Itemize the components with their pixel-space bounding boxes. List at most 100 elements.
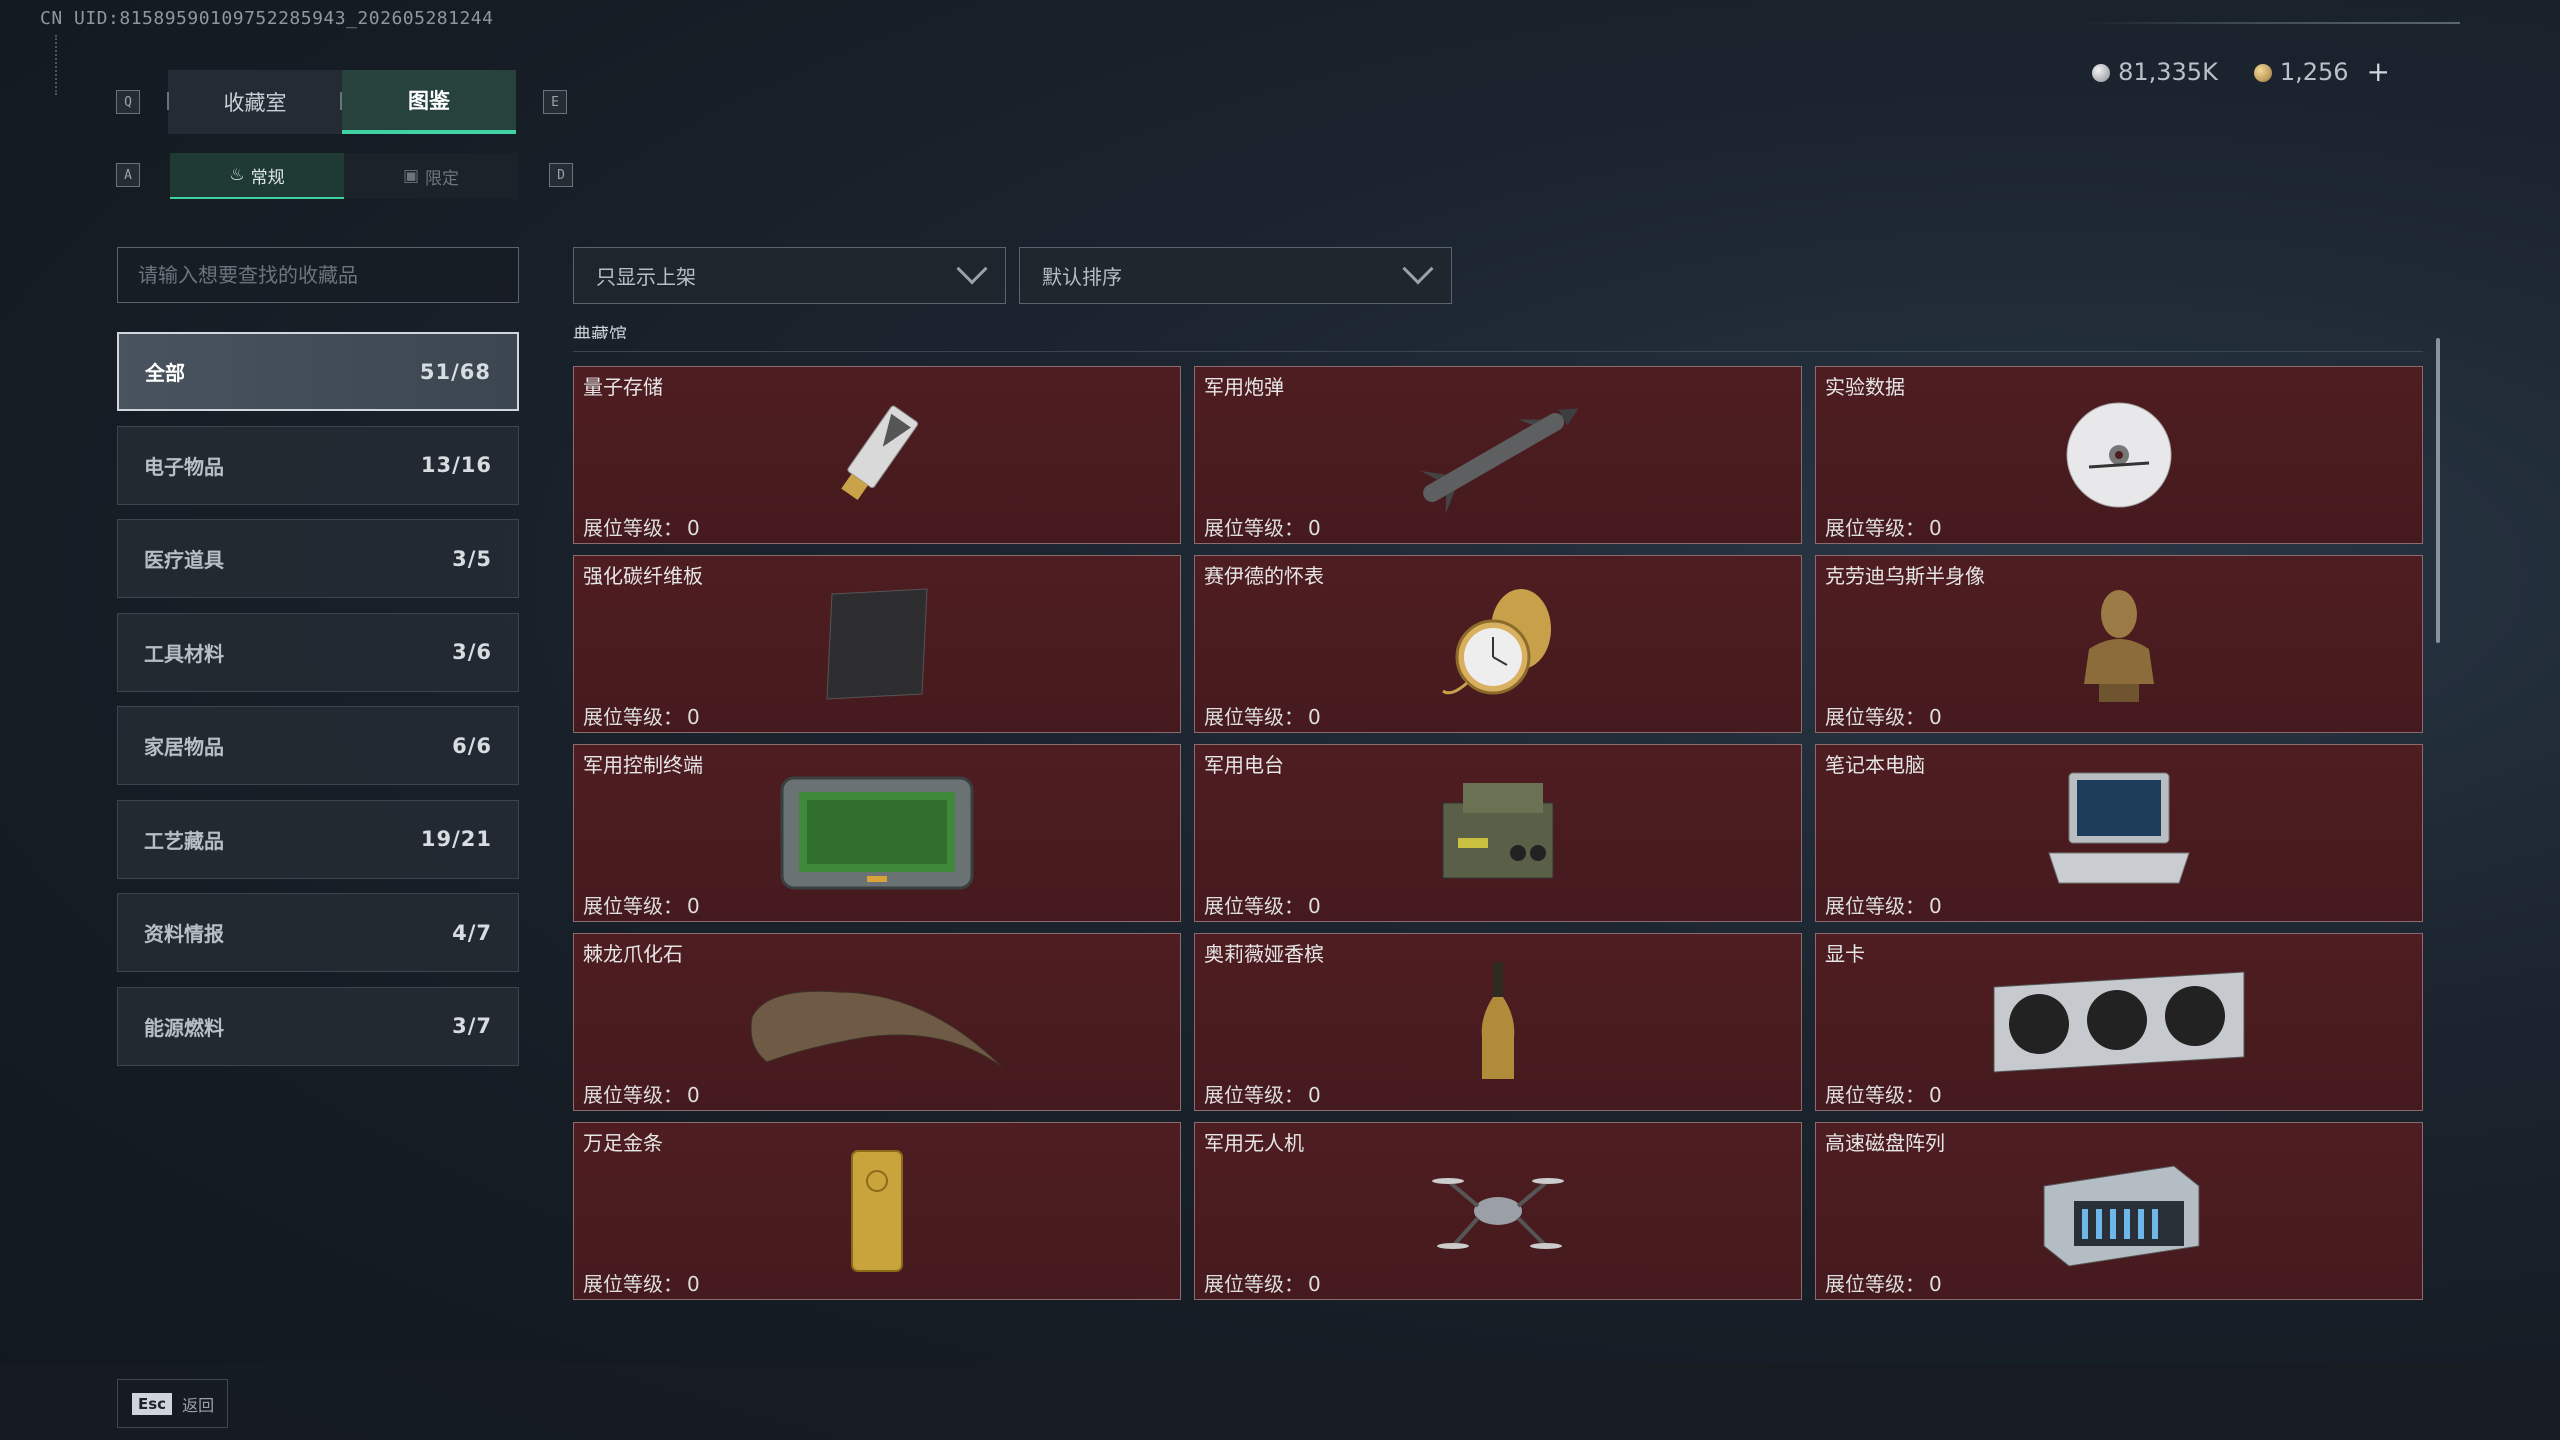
category-item-medical[interactable]: 医疗道具 3/5 — [117, 519, 519, 598]
control-terminal-icon — [780, 776, 974, 890]
item-name: 笔记本电脑 — [1825, 753, 1925, 777]
item-card[interactable]: 军用无人机 展位等级： 0 — [1194, 1122, 1802, 1300]
gold-currency: 1,256 — [2253, 58, 2349, 86]
disc-icon — [2066, 402, 2172, 508]
add-currency-button[interactable]: + — [2367, 55, 2390, 88]
item-name: 棘龙爪化石 — [583, 942, 683, 966]
main-tabs: 收藏室 图鉴 — [168, 70, 516, 134]
item-card[interactable]: 军用电台 展位等级： 0 — [1194, 744, 1802, 922]
gold-bar-icon — [851, 1150, 903, 1272]
item-name: 万足金条 — [583, 1131, 663, 1155]
item-card[interactable]: 军用炮弹 展位等级： 0 — [1194, 366, 1802, 544]
item-name: 奥莉薇娅香槟 — [1204, 942, 1324, 966]
exhibit-level: 展位等级： 0 — [1825, 1083, 1942, 1107]
exhibit-level: 展位等级： 0 — [583, 1083, 700, 1107]
category-item-all[interactable]: 全部 51/68 — [117, 332, 519, 411]
search-input[interactable] — [117, 247, 519, 303]
exhibit-level: 展位等级： 0 — [1204, 1083, 1321, 1107]
category-item-crafts[interactable]: 工艺藏品 19/21 — [117, 799, 519, 879]
category-item-fuel[interactable]: 能源燃料 3/7 — [117, 986, 519, 1066]
exhibit-level: 展位等级： 0 — [1825, 1272, 1942, 1296]
decorative-line — [2080, 22, 2460, 24]
item-name: 实验数据 — [1825, 375, 1905, 399]
key-hint-a: A — [116, 163, 140, 187]
item-name: 军用无人机 — [1204, 1131, 1304, 1155]
exhibit-level: 展位等级： 0 — [1825, 894, 1942, 918]
sub-tabs: ♨ 常规 ▣ 限定 — [170, 153, 518, 199]
radio-icon — [1442, 783, 1554, 879]
category-item-tools[interactable]: 工具材料 3/6 — [117, 612, 519, 692]
exhibit-level: 展位等级： 0 — [1204, 516, 1321, 540]
section-divider — [573, 351, 2423, 352]
subtab-limited[interactable]: ▣ 限定 — [344, 153, 518, 199]
item-card[interactable]: 克劳迪乌斯半身像 展位等级： 0 — [1815, 555, 2423, 733]
pocket-watch-icon — [1442, 589, 1551, 695]
key-hint-d: D — [549, 163, 573, 187]
category-item-electronics[interactable]: 电子物品 13/16 — [117, 425, 519, 505]
item-card[interactable]: 奥莉薇娅香槟 展位等级： 0 — [1194, 933, 1802, 1111]
item-name: 军用炮弹 — [1204, 375, 1284, 399]
item-name: 军用电台 — [1204, 753, 1284, 777]
usb-drive-icon — [841, 405, 919, 501]
shelf-filter-dropdown[interactable]: 只显示上架 — [573, 247, 1006, 304]
chevron-down-icon — [956, 252, 988, 284]
item-card[interactable]: 万足金条 展位等级： 0 — [573, 1122, 1181, 1300]
item-grid: 量子存储 展位等级： 0 军用炮弹 展位等级： 0 实验数据 展位等级： 0 强化碳纤… — [573, 366, 2425, 1300]
exhibit-level: 展位等级： 0 — [583, 1272, 700, 1296]
carbon-plate-icon — [826, 588, 928, 700]
esc-key-hint: Esc — [132, 1392, 173, 1415]
key-hint-e: E — [543, 90, 567, 114]
frame-icon: ▣ — [402, 166, 420, 186]
item-name: 强化碳纤维板 — [583, 564, 703, 588]
tab-divider — [167, 92, 169, 110]
item-card[interactable]: 显卡 展位等级： 0 — [1815, 933, 2423, 1111]
tab-divider — [340, 92, 342, 110]
scrollbar[interactable] — [2436, 338, 2440, 643]
item-card[interactable]: 强化碳纤维板 展位等级： 0 — [573, 555, 1181, 733]
gpu-icon — [1993, 971, 2245, 1073]
item-card[interactable]: 高速磁盘阵列 展位等级： 0 — [1815, 1122, 2423, 1300]
currency-bar: 81,335K 1,256 + — [2092, 55, 2390, 88]
silver-coin-icon — [2092, 63, 2111, 82]
bust-icon — [2084, 590, 2154, 702]
decorative-line — [55, 35, 65, 95]
sort-dropdown[interactable]: 默认排序 — [1019, 247, 1452, 304]
disk-array-icon — [2043, 1165, 2200, 1267]
gold-coin-icon — [2253, 63, 2272, 82]
item-name: 克劳迪乌斯半身像 — [1825, 564, 1985, 588]
exhibit-level: 展位等级： 0 — [583, 705, 700, 729]
category-list: 全部 51/68 电子物品 13/16 医疗道具 3/5 工具材料 3/6 家居物品 6/… — [117, 332, 519, 1080]
laptop-icon — [2048, 772, 2190, 884]
item-name: 高速磁盘阵列 — [1825, 1131, 1945, 1155]
item-name: 量子存储 — [583, 375, 663, 399]
missile-icon — [1420, 408, 1579, 515]
item-card[interactable]: 棘龙爪化石 展位等级： 0 — [573, 933, 1181, 1111]
tab-collection-room[interactable]: 收藏室 — [168, 70, 342, 134]
champagne-icon — [1481, 962, 1515, 1079]
item-card[interactable]: 实验数据 展位等级： 0 — [1815, 366, 2423, 544]
footer-bar — [0, 1364, 2560, 1440]
claw-fossil-icon — [750, 990, 1003, 1068]
item-name: 显卡 — [1825, 942, 1865, 966]
subtab-regular[interactable]: ♨ 常规 — [170, 153, 344, 199]
exhibit-level: 展位等级： 0 — [1825, 516, 1942, 540]
category-item-intel[interactable]: 资料情报 4/7 — [117, 893, 519, 972]
back-button[interactable]: Esc 返回 — [117, 1379, 228, 1428]
item-name: 军用控制终端 — [583, 753, 703, 777]
section-label: 典藏馆 — [573, 325, 627, 339]
exhibit-level: 展位等级： 0 — [1825, 705, 1942, 729]
exhibit-level: 展位等级： 0 — [1204, 1272, 1321, 1296]
category-item-household[interactable]: 家居物品 6/6 — [117, 706, 519, 785]
item-card[interactable]: 军用控制终端 展位等级： 0 — [573, 744, 1181, 922]
user-id-text: CN UID:8158959010975228594​3_20260528124… — [40, 8, 494, 29]
silver-currency: 81,335K — [2092, 58, 2218, 86]
item-card[interactable]: 笔记本电脑 展位等级： 0 — [1815, 744, 2423, 922]
exhibit-level: 展位等级： 0 — [583, 516, 700, 540]
chevron-down-icon — [1402, 252, 1434, 284]
tab-catalog[interactable]: 图鉴 — [342, 70, 516, 134]
key-hint-q: Q — [116, 90, 140, 114]
exhibit-level: 展位等级： 0 — [1204, 705, 1321, 729]
item-card[interactable]: 赛伊德的怀表 展位等级： 0 — [1194, 555, 1802, 733]
exhibit-level: 展位等级： 0 — [1204, 894, 1321, 918]
item-card[interactable]: 量子存储 展位等级： 0 — [573, 366, 1181, 544]
